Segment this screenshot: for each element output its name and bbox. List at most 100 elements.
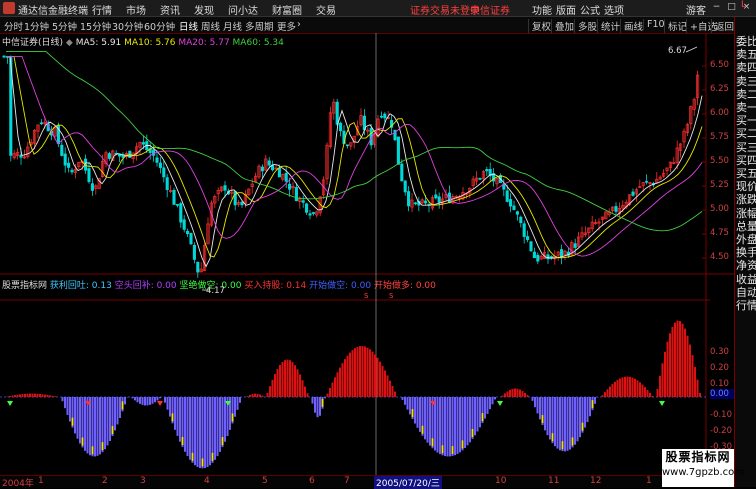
candle-body (163, 168, 165, 177)
ind-bar-pos (504, 393, 506, 397)
ind-bar-neg (239, 397, 241, 403)
site-watermark: 股票指标网 www.7gpzb.com (662, 449, 734, 487)
signal-arrow-icon (497, 401, 503, 406)
candle-body (346, 145, 348, 146)
ind-bar-pos (297, 369, 299, 397)
ind-bar-neg (489, 397, 491, 409)
ind-bar-neg (534, 397, 536, 407)
signal-arrow-icon (157, 401, 163, 406)
ind-bar-neg (94, 397, 96, 456)
ind-bar-pos (344, 359, 346, 397)
ind-bar-pos (292, 362, 294, 397)
candle-body (312, 213, 314, 214)
ind-bar-neg (137, 397, 139, 402)
ind-bar-pos (247, 396, 249, 397)
ind-bar-neg (154, 397, 156, 402)
candle-body (241, 202, 243, 205)
ind-bar-pos (662, 363, 664, 397)
ind-bar-pos (502, 396, 504, 397)
ind-bar-pos (622, 377, 624, 397)
panel-item-4: 卖二 (736, 88, 756, 101)
panel-item-19[interactable]: 自动 (736, 286, 756, 299)
ind-bar-pos (634, 379, 636, 397)
ind-bar-neg (69, 397, 71, 421)
ind-bar-pos (302, 380, 304, 397)
candle-body (305, 204, 307, 213)
ind-bar-neg (167, 397, 169, 410)
cursor-date-label: 2005/07/20/三 (374, 476, 442, 489)
ind-bar-neg (464, 397, 466, 448)
panel-item-14: 总量 (736, 220, 756, 233)
candle-body (560, 249, 562, 256)
ind-bar-neg (144, 397, 146, 405)
ind-bar-neg (62, 397, 64, 401)
ind-bar-pos (627, 377, 629, 397)
ind-bar-pos (527, 395, 529, 397)
high-price-label: 6.67 (668, 46, 687, 56)
ind-bar-pos (19, 394, 21, 397)
ind-bar-neg (589, 397, 591, 416)
ind-bar-pos (649, 393, 651, 397)
ind-bar-yellow (92, 446, 94, 454)
ind-bar-pos (659, 376, 661, 397)
ind-bar-pos (644, 387, 646, 397)
ind-bar-neg (447, 397, 449, 456)
ind-bar-neg (404, 397, 406, 405)
panel-item-20[interactable]: 行情 (736, 299, 756, 312)
ind-bar-yellow (562, 441, 564, 449)
ind-bar-neg (84, 397, 86, 451)
ind-bar-pos (339, 368, 341, 397)
ind-bar-pos (677, 321, 679, 397)
date-label-1: 1 (38, 476, 44, 486)
ind-bar-yellow (592, 400, 594, 408)
ind-bar-pos (354, 348, 356, 397)
ind-bar-neg (569, 397, 571, 449)
ind-bar-pos (249, 395, 251, 397)
ind-bar-neg (479, 397, 481, 427)
ind-bar-neg (437, 397, 439, 453)
candle-body (438, 197, 440, 203)
ind-bar-pos (54, 396, 56, 397)
date-label-10: 10 (495, 476, 506, 486)
ind-bar-pos (49, 395, 51, 397)
ind-bar-pos (42, 394, 44, 397)
ind-bar-pos (522, 391, 524, 397)
ind-bar-neg (587, 397, 589, 422)
ind-bar-pos (614, 382, 616, 397)
candle-body (193, 245, 195, 259)
ind-bar-pos (34, 394, 36, 397)
ind-bar-pos (639, 382, 641, 397)
ind-bar-pos (22, 394, 24, 397)
ind-bar-neg (67, 397, 69, 415)
ind-bar-pos (507, 391, 509, 397)
ind-bar-neg (457, 397, 459, 454)
candle-body (180, 204, 182, 223)
panel-item-16: 换手 (736, 246, 756, 259)
candle-body (71, 170, 73, 172)
ind-bar-yellow (552, 433, 554, 441)
ind-bar-pos (669, 333, 671, 397)
ind-bar-yellow (472, 429, 474, 437)
ind-bar-neg (152, 397, 154, 404)
candle-body (414, 203, 416, 204)
ind-bar-neg (119, 397, 121, 418)
ind-bar-pos (14, 395, 16, 397)
ind-bar-pos (379, 362, 381, 397)
ind-bar-pos (32, 394, 34, 397)
ind-bar-neg (414, 397, 416, 424)
panel-item-1: 卖五 (736, 48, 756, 61)
candle-body (384, 114, 386, 118)
kline-chart[interactable] (0, 0, 734, 475)
ind-bar-yellow (322, 399, 324, 407)
ind-bar-pos (327, 394, 329, 397)
moving-averages (6, 52, 702, 267)
date-label-1b: 1 (646, 476, 652, 486)
ind-bar-neg (492, 397, 494, 404)
ind-bar-pos (332, 383, 334, 397)
ind-bar-pos (304, 387, 306, 397)
candle-body (479, 178, 481, 179)
ind-bar-pos (699, 393, 701, 397)
y-tick-6.00: 6.00 (710, 108, 734, 118)
ind-bar-pos (604, 392, 606, 397)
ind-bar-pos (512, 389, 514, 397)
